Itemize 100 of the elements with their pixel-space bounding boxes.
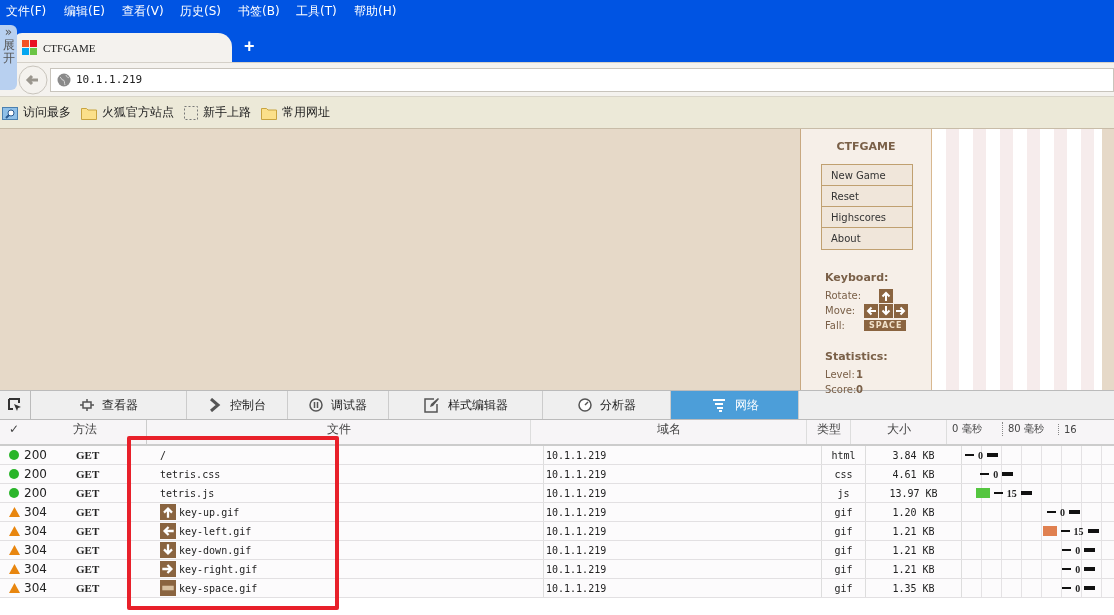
column-header[interactable]: 文件 xyxy=(147,420,531,444)
size-cell: 13.97 KB xyxy=(889,487,938,499)
menu-item[interactable]: 历史(S) xyxy=(180,0,238,22)
address-field[interactable]: 10.1.1.219 xyxy=(50,67,1114,92)
request-row[interactable]: 200 GET / 10.1.1.219 html 3.84 KB 0 xyxy=(0,446,1114,465)
down-key-icon xyxy=(879,303,893,318)
file-name: tetris.css xyxy=(160,468,221,480)
type-cell: gif xyxy=(834,525,853,537)
type-cell: gif xyxy=(834,544,853,556)
file-name: key-up.gif xyxy=(179,506,240,518)
back-button[interactable] xyxy=(18,64,48,95)
game-menu-button[interactable]: New Game xyxy=(822,165,912,186)
status-code: 304 xyxy=(24,505,47,519)
status-dot-icon xyxy=(9,488,19,498)
status-dot-icon xyxy=(9,469,19,479)
game-menu-button[interactable]: Reset xyxy=(822,186,912,207)
menu-item[interactable]: 工具(T) xyxy=(296,0,354,22)
column-header[interactable]: 域名 xyxy=(531,420,807,444)
method-cell: GET xyxy=(76,468,100,480)
menu-item[interactable]: 文件(F) xyxy=(6,0,64,22)
left-key-icon xyxy=(864,303,878,318)
duration-label: 0 xyxy=(1075,582,1081,594)
stat-value: 1 xyxy=(856,369,863,380)
duration-label: 0 xyxy=(978,449,984,461)
domain-cell: 10.1.1.219 xyxy=(546,487,607,499)
stat-label: Level: xyxy=(825,369,855,380)
game-menu-button[interactable]: Highscores xyxy=(822,207,912,228)
request-row[interactable]: 304 GET key-left.gif 10.1.1.219 gif 1.21 KB 15 xyxy=(0,522,1114,541)
picker-icon xyxy=(8,398,22,412)
dash-icon xyxy=(1060,529,1070,533)
column-header[interactable]: 大小 xyxy=(851,420,947,444)
request-row[interactable]: 304 GET key-down.gif 10.1.1.219 gif 1.21 KB 0 xyxy=(0,541,1114,560)
file-name: key-space.gif xyxy=(179,582,258,594)
column-header[interactable]: ✓ xyxy=(0,420,24,444)
request-row[interactable]: 200 GET tetris.css 10.1.1.219 css 4.61 KB 0 xyxy=(0,465,1114,484)
up-key-icon xyxy=(879,288,893,303)
dash-icon xyxy=(1062,548,1072,552)
bookmark-item[interactable]: 常用网址 xyxy=(261,104,330,121)
request-row[interactable]: 304 GET key-space.gif 10.1.1.219 gif 1.35 KB 0 xyxy=(0,579,1114,598)
windows-logo-icon xyxy=(22,40,37,55)
bookmark-item[interactable]: 新手上路 xyxy=(184,104,251,121)
game-title: CTFGAME xyxy=(835,140,897,153)
method-cell: GET xyxy=(76,506,100,518)
devtools-tab[interactable]: 样式编辑器 xyxy=(389,391,543,419)
bookmark-item[interactable]: 火狐官方站点 xyxy=(81,104,174,121)
type-cell: gif xyxy=(834,506,853,518)
dash-icon xyxy=(980,472,990,476)
size-cell: 3.84 KB xyxy=(892,449,935,461)
timeline-tick: 80 毫秒 xyxy=(1002,422,1058,436)
type-cell: html xyxy=(831,449,856,461)
duration-label: 0 xyxy=(1075,544,1081,556)
type-cell: css xyxy=(834,468,853,480)
domain-cell: 10.1.1.219 xyxy=(546,525,607,537)
unit-mark-icon xyxy=(1087,529,1099,533)
method-cell: GET xyxy=(76,544,100,556)
devtools-tab[interactable]: 调试器 xyxy=(288,391,389,419)
menu-item[interactable]: 编辑(E) xyxy=(64,0,122,22)
duration-label: 0 xyxy=(1075,563,1081,575)
status-code: 304 xyxy=(24,543,47,557)
menu-item[interactable]: 书签(B) xyxy=(238,0,296,22)
fall-label: Fall: xyxy=(825,320,846,331)
warning-triangle-icon xyxy=(8,507,20,517)
method-cell: GET xyxy=(76,525,100,537)
key-thumbnail-icon xyxy=(160,561,176,577)
stat-value: 0 xyxy=(856,384,863,395)
bookmark-item[interactable]: 访问最多 xyxy=(2,104,71,121)
inspector-icon xyxy=(79,398,94,412)
dash-icon xyxy=(1062,567,1072,571)
request-row[interactable]: 304 GET key-right.gif 10.1.1.219 gif 1.21 KB 0 xyxy=(0,560,1114,579)
timeline-tick: 16 xyxy=(1058,423,1114,435)
unit-mark-icon xyxy=(1069,510,1081,514)
menu-item[interactable]: 查看(V) xyxy=(122,0,180,22)
devtools-tab[interactable]: 查看器 xyxy=(31,391,187,419)
folder-icon xyxy=(81,105,97,120)
status-code: 200 xyxy=(24,486,47,500)
type-cell: gif xyxy=(834,563,853,575)
stat-label: Score: xyxy=(825,384,855,395)
search-folder-icon xyxy=(2,105,18,120)
request-row[interactable]: 200 GET tetris.js 10.1.1.219 js 13.97 KB 15 xyxy=(0,484,1114,503)
method-cell: GET xyxy=(76,582,100,594)
new-tab-button[interactable]: + xyxy=(240,36,259,57)
size-cell: 1.20 KB xyxy=(892,506,935,518)
request-row[interactable]: 304 GET key-up.gif 10.1.1.219 gif 1.20 KB 0 xyxy=(0,503,1114,522)
status-code: 304 xyxy=(24,581,47,595)
warning-triangle-icon xyxy=(8,526,20,536)
status-dot-icon xyxy=(9,450,19,460)
devtools-tab[interactable]: 控制台 xyxy=(187,391,288,419)
game-menu-button[interactable]: About xyxy=(822,228,912,249)
unit-mark-icon xyxy=(1084,548,1096,552)
column-header[interactable]: 类型 xyxy=(807,420,851,444)
size-cell: 1.35 KB xyxy=(892,582,935,594)
pause-icon xyxy=(309,398,323,412)
column-header[interactable]: 方法 xyxy=(24,420,147,444)
file-name: key-down.gif xyxy=(179,544,252,556)
domain-cell: 10.1.1.219 xyxy=(546,468,607,480)
menu-item[interactable]: 帮助(H) xyxy=(354,0,412,22)
network-icon xyxy=(710,398,727,412)
unit-mark-icon xyxy=(1084,567,1096,571)
sidebar-toggle[interactable]: » 展开 xyxy=(0,25,17,90)
browser-tab[interactable]: CTFGAME xyxy=(14,33,232,62)
